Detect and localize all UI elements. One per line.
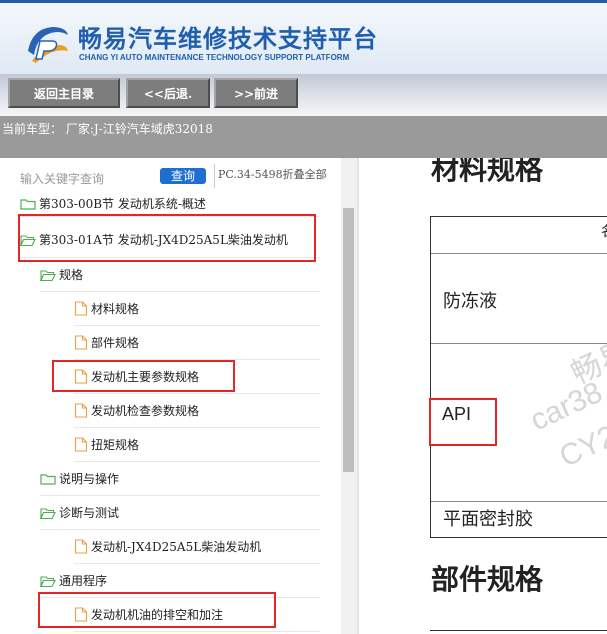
highlight-box xyxy=(18,214,316,262)
nav-bar: 返回主目录 <<后退. >>前进 xyxy=(0,74,607,190)
folder-icon xyxy=(20,198,36,210)
tree-item-label: 发动机检查参数规格 xyxy=(91,404,200,418)
tree-item-part-specs[interactable]: 部件规格 xyxy=(74,326,320,360)
tree-item-engine-diesel[interactable]: 发动机-JX4D25A5L柴油发动机 xyxy=(74,530,320,564)
content-panel: 材料规格 名 防冻液 平面密封胶 畅易 car38 CY2 API 部件规格 xyxy=(359,158,607,634)
tree-item-label: 说明与操作 xyxy=(59,472,120,486)
material-specs-heading: 材料规格 xyxy=(431,158,544,186)
table-header-cell: 名 xyxy=(601,221,607,241)
document-icon xyxy=(74,437,88,452)
app-subtitle: CHANG YI AUTO MAINTENANCE TECHNOLOGY SUP… xyxy=(79,53,350,62)
folder-icon xyxy=(40,473,56,485)
tree-item-label: 诊断与测试 xyxy=(59,506,120,520)
part-specs-heading: 部件规格 xyxy=(431,563,544,596)
nav-tree: 输入关键字查询 查询 PC.34-5498折叠全部 第303-00B节 发动机系… xyxy=(0,158,341,634)
document-icon xyxy=(74,301,88,316)
document-icon xyxy=(74,335,88,350)
highlight-box xyxy=(38,592,276,628)
table-cell-sealant: 平面密封胶 xyxy=(443,509,533,530)
table-row-line xyxy=(431,253,607,254)
tree-item-label: 材料规格 xyxy=(91,302,140,316)
tree-item-label: 扭矩规格 xyxy=(91,438,140,452)
tree-item-label: 第303-00B节 发动机系统-概述 xyxy=(39,197,206,211)
collapse-all-link[interactable]: PC.34-5498折叠全部 xyxy=(214,164,327,188)
table-cell-antifreeze: 防冻液 xyxy=(443,291,497,312)
logo-icon xyxy=(28,27,68,63)
tree-item-label: 发动机-JX4D25A5L柴油发动机 xyxy=(91,540,262,554)
tree-item-label: 部件规格 xyxy=(91,336,140,350)
tree-item-description-operation[interactable]: 说明与操作 xyxy=(40,462,320,496)
tree-item-material-specs[interactable]: 材料规格 xyxy=(74,292,320,326)
highlight-box xyxy=(429,398,497,446)
tree-item-specs[interactable]: 规格 xyxy=(40,258,320,292)
folder-open-icon xyxy=(40,575,56,587)
app-title: 畅易汽车维修技术支持平台 xyxy=(78,25,378,53)
tree-item-diagnosis-testing[interactable]: 诊断与测试 xyxy=(40,496,320,530)
back-button[interactable]: <<后退. xyxy=(126,78,210,108)
folder-open-icon xyxy=(40,269,56,281)
tree-item-label: 通用程序 xyxy=(59,574,108,588)
table-row-line xyxy=(431,501,607,502)
tree-item-torque-specs[interactable]: 扭矩规格 xyxy=(74,428,320,462)
document-icon xyxy=(74,403,88,418)
home-button[interactable]: 返回主目录 xyxy=(8,78,120,108)
highlight-box xyxy=(52,360,235,392)
document-icon xyxy=(74,539,88,554)
app-header: 畅易汽车维修技术支持平台 CHANG YI AUTO MAINTENANCE T… xyxy=(0,0,607,74)
parts-table-top-line xyxy=(430,630,607,631)
tree-item-label: 规格 xyxy=(59,268,84,282)
search-button[interactable]: 查询 xyxy=(160,168,206,184)
forward-button[interactable]: >>前进 xyxy=(214,78,298,108)
folder-open-icon xyxy=(40,507,56,519)
vehicle-label: 当前车型： 厂家:J-江铃汽车域虎32018 xyxy=(2,122,213,136)
vehicle-bar: 当前车型： 厂家:J-江铃汽车域虎32018 xyxy=(0,116,607,158)
search-input[interactable]: 输入关键字查询 xyxy=(20,170,104,187)
tree-scrollbar-thumb[interactable] xyxy=(343,208,354,472)
tree-item-engine-check-specs[interactable]: 发动机检查参数规格 xyxy=(74,394,320,428)
